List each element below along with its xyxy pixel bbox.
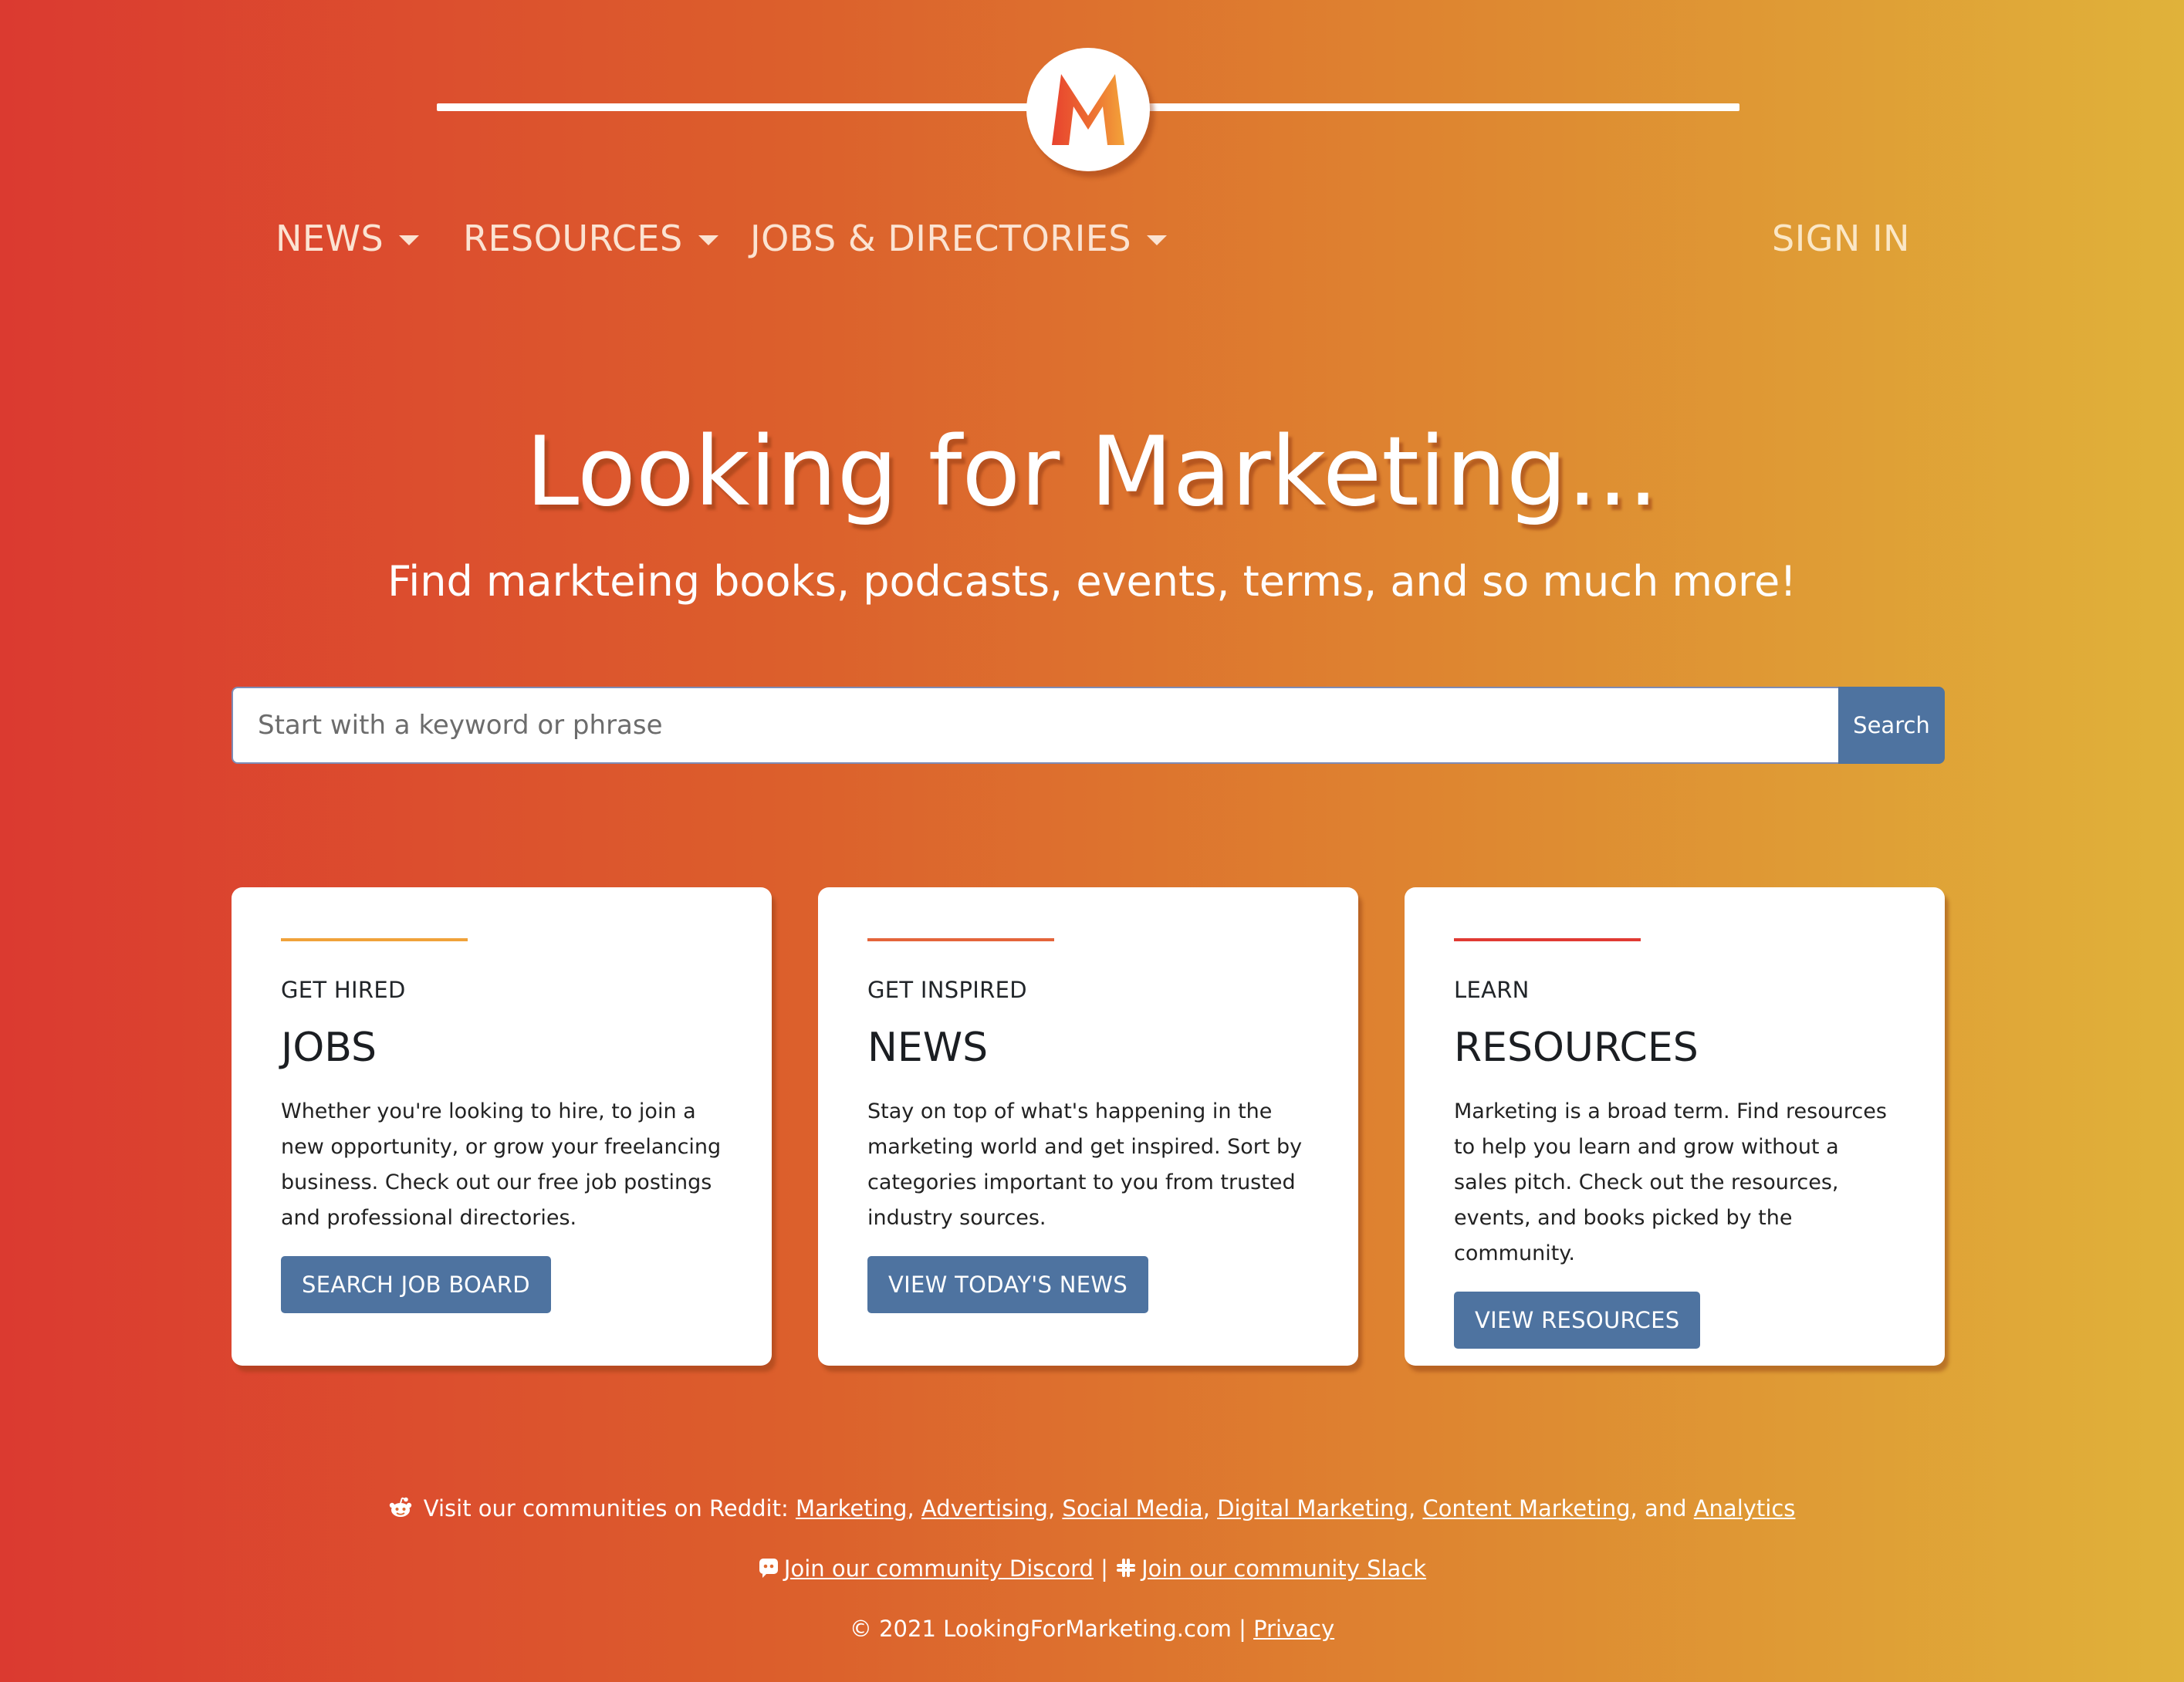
footer-copyright-line: © 2021 LookingForMarketing.com | Privacy: [0, 1616, 2184, 1642]
caret-down-icon: [399, 235, 420, 245]
card-title: NEWS: [867, 1025, 989, 1071]
reddit-icon: [389, 1497, 411, 1517]
reddit-and-text: and: [1644, 1495, 1687, 1522]
card-accent-line: [1454, 938, 1641, 941]
card-accent-line: [281, 938, 468, 941]
main-nav: NEWS RESOURCES JOBS & DIRECTORIES SIGN I…: [0, 218, 2184, 272]
search-job-board-button[interactable]: SEARCH JOB BOARD: [281, 1256, 551, 1313]
nav-news-label: NEWS: [276, 218, 384, 259]
caret-down-icon: [698, 235, 718, 245]
card-eyebrow: LEARN: [1454, 977, 1530, 1003]
card-eyebrow: GET INSPIRED: [867, 977, 1027, 1003]
card-resources: LEARN RESOURCES Marketing is a broad ter…: [1405, 887, 1945, 1366]
slack-icon: [1117, 1559, 1136, 1577]
card-title: RESOURCES: [1454, 1025, 1699, 1071]
card-jobs: GET HIRED JOBS Whether you're looking to…: [232, 887, 772, 1366]
nav-resources-dropdown[interactable]: RESOURCES: [463, 218, 718, 259]
card-accent-line: [867, 938, 1054, 941]
nav-jobs-label: JOBS & DIRECTORIES: [750, 218, 1132, 259]
sign-in-link[interactable]: SIGN IN: [1772, 218, 1910, 259]
nav-news-dropdown[interactable]: NEWS: [276, 218, 420, 259]
reddit-link-analytics[interactable]: Analytics: [1694, 1495, 1796, 1522]
footer-reddit-line: Visit our communities on Reddit: Marketi…: [0, 1495, 2184, 1522]
privacy-link[interactable]: Privacy: [1253, 1616, 1334, 1642]
footer-separator: |: [1100, 1555, 1108, 1582]
view-resources-button[interactable]: VIEW RESOURCES: [1454, 1292, 1701, 1349]
reddit-link-digital-marketing[interactable]: Digital Marketing: [1217, 1495, 1408, 1522]
nav-jobs-dropdown[interactable]: JOBS & DIRECTORIES: [750, 218, 1168, 259]
search-input[interactable]: [232, 687, 1838, 764]
reddit-link-content-marketing[interactable]: Content Marketing: [1422, 1495, 1630, 1522]
reddit-intro-text: Visit our communities on Reddit:: [423, 1495, 789, 1522]
site-logo[interactable]: [1026, 48, 1150, 171]
card-body: Marketing is a broad term. Find resource…: [1454, 1099, 1887, 1265]
hero-subtitle: Find markteing books, podcasts, events, …: [387, 557, 1797, 606]
card-news: GET INSPIRED NEWS Stay on top of what's …: [818, 887, 1358, 1366]
discord-icon: [759, 1559, 778, 1578]
footer-community-line: Join our community Discord | Join our co…: [0, 1555, 2184, 1582]
slack-link[interactable]: Join our community Slack: [1141, 1555, 1426, 1582]
sign-in-label: SIGN IN: [1772, 218, 1910, 259]
hero-title: Looking for Marketing...: [526, 417, 1658, 528]
reddit-link-advertising[interactable]: Advertising: [921, 1495, 1048, 1522]
caret-down-icon: [1147, 235, 1168, 245]
card-body: Stay on top of what's happening in the m…: [867, 1099, 1303, 1230]
discord-link[interactable]: Join our community Discord: [784, 1555, 1094, 1582]
card-eyebrow: GET HIRED: [281, 977, 406, 1003]
view-todays-news-button[interactable]: VIEW TODAY'S NEWS: [867, 1256, 1149, 1313]
footer-separator: |: [1239, 1616, 1246, 1642]
card-title: JOBS: [281, 1025, 377, 1071]
copyright-text: © 2021 LookingForMarketing.com: [849, 1616, 1232, 1642]
reddit-link-marketing[interactable]: Marketing: [796, 1495, 908, 1522]
nav-resources-label: RESOURCES: [463, 218, 683, 259]
reddit-link-social-media[interactable]: Social Media: [1062, 1495, 1202, 1522]
card-body: Whether you're looking to hire, to join …: [281, 1099, 722, 1230]
search-bar: Search: [232, 687, 1945, 764]
search-button[interactable]: Search: [1838, 687, 1945, 764]
m-logo-icon: [1052, 74, 1124, 145]
